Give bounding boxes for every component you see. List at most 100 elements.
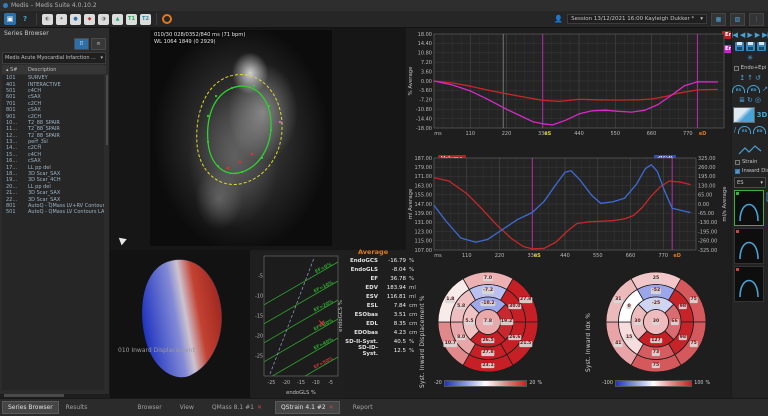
settings-gear-icon[interactable]: ✳: [747, 54, 753, 62]
series-row[interactable]: 12...T2_88_SPAIR: [2, 133, 104, 139]
tab-view[interactable]: View: [175, 401, 199, 414]
3d-displacement-view[interactable]: 010 Inward Displacement: [110, 250, 250, 398]
propagate-icon[interactable]: ↗: [762, 85, 768, 93]
volume-chart[interactable]: Volume dV/dt 187.00179.00171.00163.00155…: [404, 150, 730, 268]
shift-up-icon[interactable]: ↥: [739, 74, 745, 82]
strain-chart[interactable]: EndoGLS EndoGCS EndoGCS -16.354 300 18.0…: [404, 28, 730, 150]
series-description: LL pp del: [28, 184, 104, 190]
es-phase-icon[interactable]: ES: [738, 126, 751, 134]
chevron-down-icon: ▾: [760, 180, 763, 186]
series-number: 501: [2, 209, 28, 215]
tab-browser[interactable]: Browser: [132, 401, 166, 414]
series-row[interactable]: 501c4CH: [2, 88, 104, 94]
series-row[interactable]: 15...c4CH: [2, 152, 104, 158]
tab-qmass-8-1-1[interactable]: QMass 8.1 #1✕: [207, 401, 267, 414]
series-row[interactable]: 21...3D Scar_SAX: [2, 190, 104, 196]
series-list[interactable]: 101SURVEY401INTERACTIVE501c4CH601cSAX701…: [2, 75, 104, 390]
app-icon-6[interactable]: ▲: [112, 14, 123, 25]
next-frame-button[interactable]: ▶: [755, 31, 760, 39]
series-row[interactable]: 801cSAX: [2, 107, 104, 113]
series-row[interactable]: 14...c2CH: [2, 145, 104, 151]
previous-frame-button[interactable]: ◀: [740, 31, 745, 39]
series-row[interactable]: 20...LL pp del: [2, 184, 104, 190]
refresh-icon[interactable]: ↻: [747, 96, 753, 104]
endo-epi-checkbox[interactable]: [734, 66, 739, 71]
series-row[interactable]: 601cSAX: [2, 94, 104, 100]
undo-rotate-icon[interactable]: ↺: [755, 74, 761, 82]
map-preview-thumbnail[interactable]: [733, 107, 755, 123]
move-up-icon[interactable]: ↑: [747, 74, 753, 82]
phase-dropdown[interactable]: ES ▾: [734, 177, 766, 188]
overflow-menu-button[interactable]: ⋮: [749, 13, 764, 26]
svg-text:-195.00: -195.00: [698, 229, 717, 235]
first-frame-button[interactable]: ◀◀: [731, 31, 738, 39]
bullseye-displacement[interactable]: 7.027.821.523.110.71.8-7.230.026.627.88.…: [432, 268, 544, 394]
ed-contour-icon[interactable]: ED: [747, 85, 760, 93]
svg-text:179.00: 179.00: [415, 165, 433, 171]
bullseye-idx[interactable]: 257575754131-52989873150-25661273030-100…: [600, 268, 712, 394]
svg-text:3.60: 3.60: [421, 69, 432, 75]
series-row[interactable]: 19...3D Scar_4CH: [2, 177, 104, 183]
series-row[interactable]: 11...T2_88_SPAIR: [2, 126, 104, 132]
ed-phase-icon[interactable]: ED: [753, 126, 766, 134]
tab-series-browser[interactable]: Series Browser: [2, 401, 59, 414]
app-icon-5[interactable]: ◑: [98, 14, 109, 25]
app-icon-3[interactable]: ●: [70, 14, 81, 25]
patient-browser-icon[interactable]: ▣: [4, 13, 16, 25]
series-row[interactable]: 16...cSAX: [2, 158, 104, 164]
3d-toggle[interactable]: 3D: [757, 111, 768, 119]
series-row[interactable]: 501AutoQ - QMass LV Contours LAX ...: [2, 209, 104, 215]
layout-button[interactable]: ▧: [730, 13, 745, 26]
target-icon[interactable]: ◎: [755, 96, 761, 104]
series-row[interactable]: 101SURVEY: [2, 75, 104, 81]
series-thumbnail-2[interactable]: [734, 228, 764, 264]
draw-icon[interactable]: ∕: [734, 126, 736, 134]
series-number: 501: [2, 88, 28, 94]
series-row[interactable]: 10...T2_88_SPAIR: [2, 120, 104, 126]
series-row[interactable]: 22...3D Scar_SAX: [2, 196, 104, 202]
cine-mri-viewport[interactable]: 010/30 028/0352/840 ms (71 bpm) WL 1064 …: [110, 28, 406, 250]
t2-map-icon[interactable]: T2: [140, 14, 151, 25]
close-tab-icon[interactable]: ✕: [257, 404, 262, 411]
app-icon-2[interactable]: ✦: [56, 14, 67, 25]
last-frame-button[interactable]: ▶▶: [762, 31, 768, 39]
mri-image[interactable]: [150, 30, 332, 246]
series-row[interactable]: 13...perf_3sl: [2, 139, 104, 145]
series-row[interactable]: 701c2CH: [2, 101, 104, 107]
es-contour-icon[interactable]: ES: [732, 85, 745, 93]
app-icon-1[interactable]: ◐: [42, 14, 53, 25]
save-icon-2[interactable]: [746, 42, 755, 51]
help-icon[interactable]: ?: [19, 13, 31, 25]
thumbnail-view-button[interactable]: ⠿: [74, 38, 89, 50]
svg-text:eD: eD: [673, 253, 681, 259]
t1-map-icon[interactable]: T1: [126, 14, 137, 25]
session-selector[interactable]: Session 13/12/2021 16:00 Kayleigh Dukker…: [567, 14, 707, 24]
tab-qstrain-4-1-2[interactable]: QStrain 4.1 #2✕: [275, 401, 340, 414]
series-thumbnail-3[interactable]: [734, 266, 764, 302]
series-table-header[interactable]: ▴ S# Description: [2, 65, 106, 74]
strain-checkbox[interactable]: [735, 160, 740, 165]
study-dropdown[interactable]: Medis Acute Myocardial Infarction ... ▾: [2, 52, 106, 64]
series-row[interactable]: 801AutoQ - QMass LV+RV Contours: [2, 203, 104, 209]
inward-displacement-checkbox[interactable]: ✓: [735, 169, 740, 174]
series-row[interactable]: 401INTERACTIVE: [2, 81, 104, 87]
save-icon-3[interactable]: [757, 42, 766, 51]
close-tab-icon[interactable]: ✕: [329, 404, 334, 411]
tab-results[interactable]: Results: [61, 401, 93, 414]
layers-icon[interactable]: ≣: [739, 96, 745, 104]
play-button[interactable]: ▶: [747, 31, 752, 39]
tab-report[interactable]: Report: [348, 401, 378, 414]
curve-icon[interactable]: [738, 144, 762, 156]
save-icon-1[interactable]: [735, 42, 744, 51]
series-row[interactable]: 18...3D Scar_SAX: [2, 171, 104, 177]
series-thumbnail-1[interactable]: [734, 190, 764, 226]
save-session-button[interactable]: ▦: [711, 13, 726, 26]
metric-value: 183.94: [378, 285, 406, 291]
series-row[interactable]: 17...LL pp del: [2, 164, 104, 170]
series-row[interactable]: 901c2CH: [2, 113, 104, 119]
series-list-scrollbar[interactable]: [106, 75, 108, 145]
metric-value: 40.5: [378, 339, 406, 345]
list-view-button[interactable]: ≡: [91, 38, 106, 50]
horizontal-scrollbar[interactable]: [4, 394, 64, 397]
app-icon-4[interactable]: ◆: [84, 14, 95, 25]
